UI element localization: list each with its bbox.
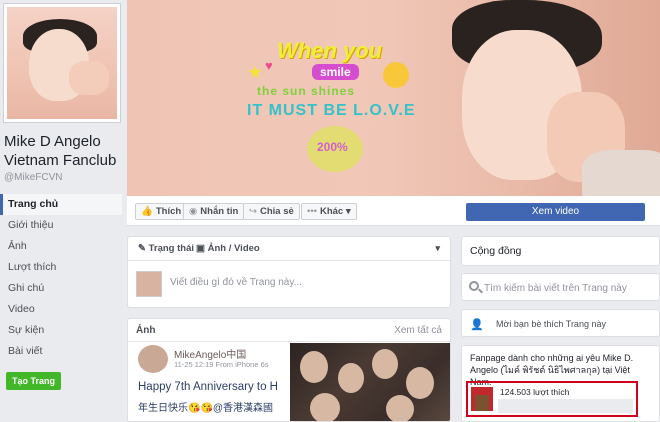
- fan-info-card: Fanpage dành cho những ai yêu Mike D. An…: [461, 345, 660, 422]
- pencil-icon: ✎: [138, 243, 146, 254]
- watch-video-button[interactable]: Xem video: [466, 203, 645, 221]
- search-icon: [469, 281, 479, 291]
- likes-highlight: 124.503 lượt thích: [466, 381, 638, 417]
- message-label: Nhắn tin: [200, 206, 239, 217]
- create-page-button[interactable]: Tạo Trang: [6, 372, 62, 390]
- invite-friends-card[interactable]: 👤 Mời bạn bè thích Trang này: [461, 309, 660, 337]
- nav-item-posts[interactable]: Bài viết: [0, 341, 122, 362]
- post-composer: ✎ Trạng thái ▣ Ảnh / Video ▾ Viết điều g…: [127, 236, 451, 308]
- post-text-line2: 年生日快乐😘😘@香港漢森國: [138, 403, 274, 414]
- avatar: [138, 345, 168, 373]
- nav-item-videos[interactable]: Video: [0, 299, 122, 320]
- invite-label: Mời bạn bè thích Trang này: [496, 319, 606, 329]
- composer-input[interactable]: Viết điều gì đó về Trang này...: [170, 277, 302, 288]
- page-search-card: [461, 273, 660, 301]
- cover-text-line2: the sun shines: [257, 84, 356, 98]
- audience-selector[interactable]: ▾: [435, 243, 440, 254]
- emoji-icon: [383, 62, 409, 88]
- cover-photo[interactable]: ★ ♥ When you smile the sun shines IT MUS…: [127, 0, 660, 196]
- like-button[interactable]: 👍 Thích: [135, 203, 188, 220]
- photos-title[interactable]: Ảnh: [136, 325, 155, 336]
- tab-photo-video[interactable]: ▣ Ảnh / Video: [196, 243, 260, 254]
- nav-item-about[interactable]: Giới thiệu: [0, 215, 122, 236]
- page-search-input[interactable]: [484, 278, 654, 298]
- cover-text-line1: When you: [277, 38, 383, 63]
- cover-smile-label: smile: [312, 64, 359, 80]
- chevron-down-icon: ▾: [345, 206, 351, 217]
- likes-placeholder-bar: [498, 399, 633, 413]
- page-handle[interactable]: @MikeFCVN: [4, 172, 63, 183]
- status-tab-label: Trạng thái: [148, 243, 195, 254]
- photo-tab-label: Ảnh / Video: [207, 243, 260, 254]
- nav-item-home[interactable]: Trang chủ: [0, 194, 122, 215]
- post-text-line1: Happy 7th Anniversary to H: [138, 381, 278, 393]
- community-title[interactable]: Cộng đồng: [470, 245, 521, 257]
- add-person-icon: 👤: [470, 319, 484, 331]
- message-icon: ◉: [189, 206, 198, 217]
- share-button[interactable]: ↪ Chia sẻ: [243, 203, 300, 220]
- page-title[interactable]: Mike D Angelo Vietnam Fanclub: [4, 132, 124, 170]
- avatar: [136, 271, 162, 297]
- share-label: Chia sẻ: [259, 206, 294, 217]
- page-action-bar: 👍 Thích ◉ Nhắn tin ↪ Chia sẻ ••• Khác ▾ Xem …: [127, 196, 660, 226]
- dots-icon: •••: [307, 206, 317, 217]
- see-all-link[interactable]: Xem tất cả: [394, 325, 442, 336]
- more-button[interactable]: ••• Khác ▾: [301, 203, 357, 220]
- photo-thumbnail-2[interactable]: [290, 343, 450, 421]
- cover-badge: 200%: [317, 140, 348, 154]
- heart-icon: ♥: [265, 58, 273, 73]
- post-meta: 11-25 12:19 From iPhone 6s: [174, 360, 269, 369]
- profile-picture[interactable]: [4, 4, 120, 122]
- post-author: MikeAngelo中国: [174, 350, 247, 361]
- message-button[interactable]: ◉ Nhắn tin: [183, 203, 245, 220]
- like-label: Thích: [155, 206, 182, 217]
- cover-text-line3: IT MUST BE L.O.V.E: [247, 102, 416, 119]
- star-icon: ★: [247, 62, 264, 82]
- likes-count[interactable]: 124.503 lượt thích: [500, 387, 569, 397]
- nav-item-likes[interactable]: Lượt thích: [0, 257, 122, 278]
- page-thumbnail: [471, 387, 493, 411]
- more-label: Khác: [319, 206, 344, 217]
- left-nav: Trang chủ Giới thiệu Ảnh Lượt thích Ghi …: [0, 194, 122, 362]
- thumbs-up-icon: 👍: [141, 206, 153, 217]
- nav-item-photos[interactable]: Ảnh: [0, 236, 122, 257]
- community-card: Cộng đồng: [461, 236, 660, 266]
- photo-thumbnail-1[interactable]: MikeAngelo中国 11-25 12:19 From iPhone 6s …: [136, 343, 288, 421]
- nav-item-notes[interactable]: Ghi chú: [0, 278, 122, 299]
- camera-icon: ▣: [196, 243, 205, 254]
- nav-item-events[interactable]: Sự kiện: [0, 320, 122, 341]
- share-icon: ↪: [249, 206, 257, 217]
- tab-status[interactable]: ✎ Trạng thái: [138, 243, 194, 254]
- photos-section: Ảnh Xem tất cả MikeAngelo中国 11-25 12:19 …: [127, 318, 451, 422]
